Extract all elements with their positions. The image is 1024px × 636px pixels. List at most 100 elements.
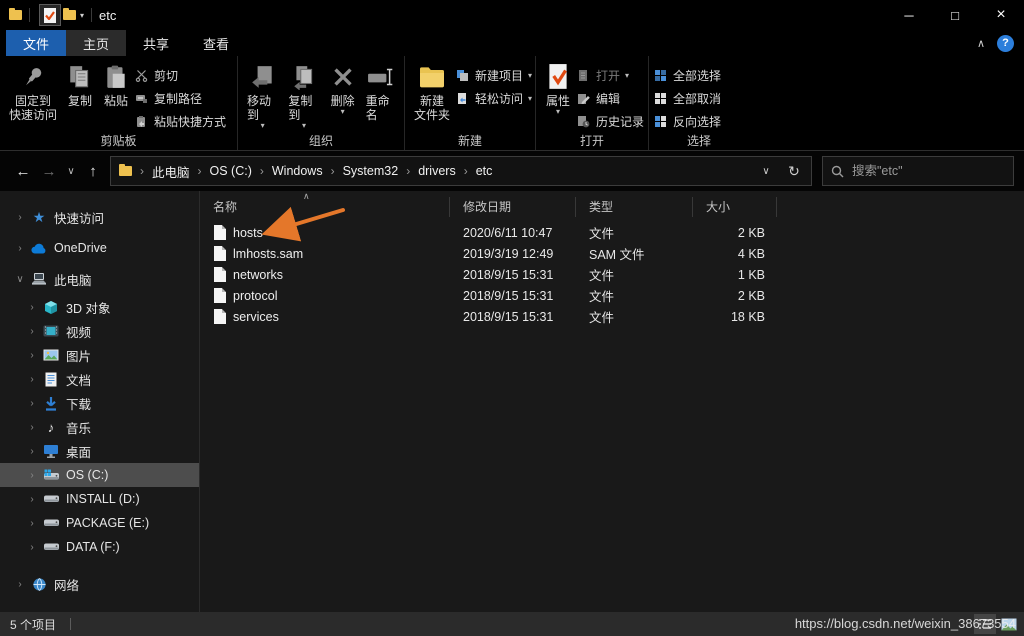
pin-to-quick-access-button[interactable]: 固定到 快速访问 <box>4 59 62 134</box>
minimize-button[interactable]: ─ <box>886 0 932 30</box>
breadcrumb-system32[interactable]: System32 <box>337 164 405 178</box>
chevron-right-icon[interactable]: › <box>26 518 38 529</box>
sidebar-item-label: OneDrive <box>54 241 107 255</box>
recent-locations-icon[interactable]: ∨ <box>62 158 80 184</box>
delete-button[interactable]: 删除 ▾ <box>325 59 361 134</box>
file-name: services <box>233 310 279 324</box>
select-all-button[interactable]: 全部选择 <box>653 66 721 84</box>
ribbon-group-clipboard: 固定到 快速访问 复制 粘贴 剪切 <box>0 56 238 150</box>
sidebar-item-package-e[interactable]: › PACKAGE (E:) <box>0 511 199 535</box>
file-row-protocol[interactable]: protocol 2018/9/15 15:31 文件 2 KB <box>200 285 1024 306</box>
up-icon[interactable]: ↑ <box>80 158 106 184</box>
button-label: 反向选择 <box>673 113 721 130</box>
qat-dropdown-icon[interactable]: ▾ <box>80 11 84 20</box>
breadcrumb-windows[interactable]: Windows <box>266 164 329 178</box>
chevron-right-icon[interactable]: › <box>26 350 38 361</box>
sidebar-item-desktop[interactable]: › 桌面 <box>0 439 199 463</box>
copy-to-button[interactable]: 复制到 ▾ <box>283 59 324 134</box>
tab-file[interactable]: 文件 <box>6 30 66 56</box>
invert-selection-button[interactable]: 反向选择 <box>653 112 721 130</box>
chevron-right-icon[interactable]: › <box>26 446 38 457</box>
status-bar: 5 个项目 https://blog.csdn.net/weixin_38673… <box>0 612 1024 636</box>
chevron-right-icon[interactable]: › <box>26 326 38 337</box>
sidebar-item-install-d[interactable]: › INSTALL (D:) <box>0 487 199 511</box>
paste-shortcut-button[interactable]: 粘贴快捷方式 <box>134 112 226 130</box>
navigation-bar: ← → ∨ ↑ › 此电脑 › OS (C:) › Windows › Syst… <box>0 151 1024 191</box>
chevron-right-icon[interactable]: › <box>26 374 38 385</box>
address-dropdown-icon[interactable]: ∨ <box>753 158 779 184</box>
drive-icon <box>42 515 60 531</box>
chevron-right-icon[interactable]: › <box>26 542 38 553</box>
button-label: 属性 <box>546 94 570 108</box>
file-row-lmhosts[interactable]: lmhosts.sam 2019/3/19 12:49 SAM 文件 4 KB <box>200 243 1024 264</box>
dropdown-icon: ▾ <box>302 122 306 129</box>
history-button[interactable]: 历史记录 <box>576 112 644 130</box>
open-button[interactable]: 打开 ▾ <box>576 66 644 84</box>
file-row-networks[interactable]: networks 2018/9/15 15:31 文件 1 KB <box>200 264 1024 285</box>
file-row-hosts[interactable]: hosts 2020/6/11 10:47 文件 2 KB <box>200 222 1024 243</box>
sidebar-item-onedrive[interactable]: › OneDrive <box>0 236 199 260</box>
column-header-name[interactable]: 名称 <box>200 197 450 217</box>
sidebar-item-pictures[interactable]: › 图片 <box>0 343 199 367</box>
breadcrumb-this-pc[interactable]: 此电脑 <box>146 162 196 181</box>
file-row-services[interactable]: services 2018/9/15 15:31 文件 18 KB <box>200 306 1024 327</box>
sidebar-item-this-pc[interactable]: ∨ 此电脑 <box>0 267 199 291</box>
maximize-button[interactable]: □ <box>932 0 978 30</box>
ribbon-group-select: 全部选择 全部取消 反向选择 选择 <box>649 56 749 150</box>
collapse-ribbon-icon[interactable]: ∧ <box>977 37 985 50</box>
search-input[interactable] <box>852 164 982 178</box>
chevron-right-icon[interactable]: › <box>14 212 26 223</box>
tab-share[interactable]: 共享 <box>126 30 186 56</box>
chevron-right-icon[interactable]: › <box>26 470 38 481</box>
move-to-button[interactable]: 移动到 ▾ <box>242 59 283 134</box>
edit-button[interactable]: 编辑 <box>576 89 644 107</box>
breadcrumb-drivers[interactable]: drivers <box>412 164 462 178</box>
refresh-icon[interactable]: ↻ <box>781 158 807 184</box>
sidebar-item-music[interactable]: › ♪ 音乐 <box>0 415 199 439</box>
breadcrumb-os-c[interactable]: OS (C:) <box>204 164 258 178</box>
help-icon[interactable]: ? <box>997 35 1014 52</box>
file-name: hosts <box>233 226 263 240</box>
copy-path-button[interactable]: 复制路径 <box>134 89 226 107</box>
qat-properties-button[interactable] <box>39 4 61 26</box>
back-icon[interactable]: ← <box>10 158 36 184</box>
sidebar-item-network[interactable]: › 网络 <box>0 572 199 596</box>
select-none-button[interactable]: 全部取消 <box>653 89 721 107</box>
tab-home[interactable]: 主页 <box>66 30 126 56</box>
chevron-right-icon[interactable]: › <box>14 243 26 254</box>
chevron-right-icon[interactable]: › <box>26 302 38 313</box>
onedrive-cloud-icon <box>30 240 48 256</box>
column-header-size[interactable]: 大小 <box>693 197 777 217</box>
sidebar-item-os-c[interactable]: › OS (C:) <box>0 463 199 487</box>
chevron-right-icon[interactable]: › <box>26 494 38 505</box>
ribbon-group-label: 新建 <box>405 132 535 149</box>
new-folder-button[interactable]: 新建 文件夹 <box>409 59 455 134</box>
rename-button[interactable]: 重命名 <box>361 59 402 134</box>
tab-view[interactable]: 查看 <box>186 30 246 56</box>
address-bar[interactable]: › 此电脑 › OS (C:) › Windows › System32 › d… <box>110 156 812 186</box>
sidebar-item-downloads[interactable]: › 下载 <box>0 391 199 415</box>
sidebar-item-videos[interactable]: › 视频 <box>0 319 199 343</box>
chevron-right-icon[interactable]: › <box>14 579 26 590</box>
paste-button[interactable]: 粘贴 <box>98 59 134 134</box>
sidebar-item-quick-access[interactable]: › ★ 快速访问 <box>0 205 199 229</box>
easy-access-button[interactable]: 轻松访问 ▾ <box>455 89 532 107</box>
sidebar-item-data-f[interactable]: › DATA (F:) <box>0 535 199 559</box>
cut-button[interactable]: 剪切 <box>134 66 226 84</box>
properties-button[interactable]: 属性 ▾ <box>540 59 576 134</box>
chevron-right-icon[interactable]: › <box>26 422 38 433</box>
column-header-date-modified[interactable]: 修改日期 <box>450 197 576 217</box>
forward-icon[interactable]: → <box>36 158 62 184</box>
search-box[interactable] <box>822 156 1014 186</box>
sidebar-item-documents[interactable]: › 文档 <box>0 367 199 391</box>
chevron-right-icon[interactable]: › <box>26 398 38 409</box>
chevron-down-icon[interactable]: ∨ <box>14 274 26 285</box>
close-button[interactable]: × <box>978 0 1024 30</box>
column-header-type[interactable]: 类型 <box>576 197 693 217</box>
button-label: 复制路径 <box>154 90 202 107</box>
new-item-button[interactable]: 新建项目 ▾ <box>455 66 532 84</box>
copy-button[interactable]: 复制 <box>62 59 98 134</box>
sidebar-item-3d-objects[interactable]: › 3D 对象 <box>0 295 199 319</box>
qat-new-folder-icon[interactable] <box>63 10 76 20</box>
breadcrumb-etc[interactable]: etc <box>470 164 499 178</box>
